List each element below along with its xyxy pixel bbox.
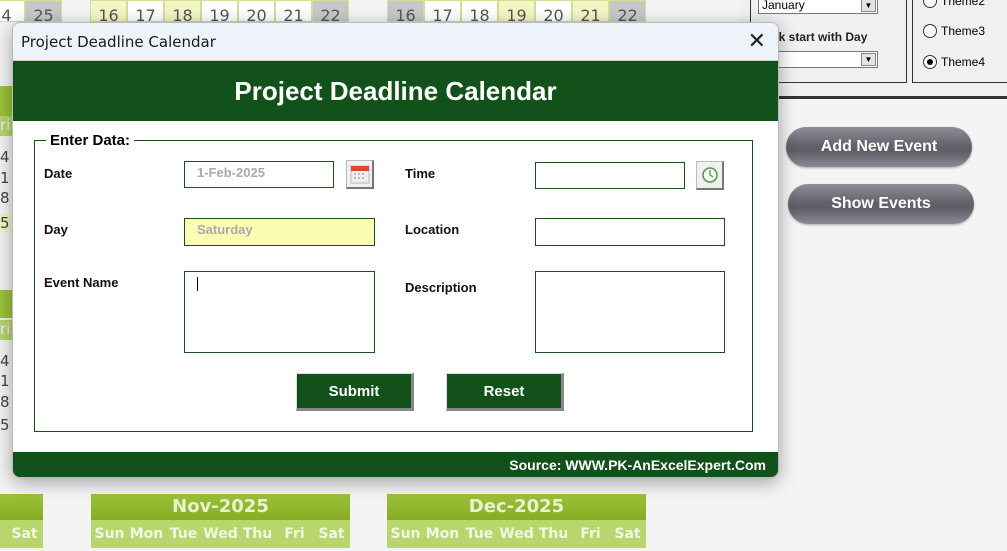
calendar-day: 17	[424, 0, 461, 25]
theme-panel	[912, 0, 1007, 83]
weekday-label: Mon	[425, 526, 460, 542]
weekday-label: Tue	[169, 526, 198, 542]
calendar-month-dec: Dec-2025 Sun Mon Tue Wed Thu Fri Sat	[387, 494, 646, 548]
weekday-label: Thu	[538, 526, 569, 542]
calendar-day: 22	[312, 0, 349, 25]
calendar-day: 1	[0, 169, 10, 187]
calendar-month-fragment: ri Sat	[0, 494, 43, 548]
event-entry-dialog: Project Deadline Calendar ✕ Project Dead…	[12, 22, 779, 478]
add-new-event-button[interactable]: Add New Event	[786, 127, 972, 167]
weekday-label: Mon	[129, 526, 164, 542]
time-input[interactable]	[535, 162, 685, 189]
calendar-month-nov: Nov-2025 Sun Mon Tue Wed Thu Fri Sat	[91, 494, 350, 548]
calendar-day: 4	[0, 352, 10, 370]
weekday-label: Fri	[284, 526, 305, 542]
weekday-label: Tue	[465, 526, 494, 542]
text-cursor	[197, 277, 198, 291]
weekday-label: Sun	[390, 526, 421, 542]
date-input[interactable]: 1-Feb-2025	[184, 161, 334, 188]
day-label: Day	[44, 222, 68, 237]
calendar-day: 8	[0, 393, 10, 411]
calendar-day: 18	[164, 0, 201, 25]
month-dropdown[interactable]: January ▼	[758, 0, 878, 14]
weekday-label: Fri	[580, 526, 601, 542]
weekday-label: Sun	[94, 526, 125, 542]
theme3-radio[interactable]: Theme3	[923, 24, 985, 38]
calendar-day: 4	[0, 0, 25, 25]
calendar-header-fragment	[0, 86, 12, 118]
dialog-header-title: Project Deadline Calendar	[13, 61, 778, 121]
close-icon[interactable]: ✕	[748, 29, 766, 54]
calendar-day: 16	[387, 0, 424, 25]
submit-button[interactable]: Submit	[296, 373, 414, 411]
theme4-radio[interactable]: Theme4	[923, 55, 985, 69]
calendar-day: 20	[535, 0, 572, 25]
description-textarea[interactable]	[535, 271, 725, 353]
day-input[interactable]: Saturday	[184, 218, 375, 246]
window-title: Project Deadline Calendar	[21, 33, 216, 51]
show-events-button[interactable]: Show Events	[788, 184, 974, 224]
calendar-row-fragment: 4 25	[0, 0, 62, 25]
weekday-label: Wed	[203, 526, 238, 542]
calendar-day: 5	[0, 416, 10, 434]
calendar-day: 8	[0, 189, 10, 207]
calendar-header-fragment	[0, 290, 12, 318]
source-footer: Source: WWW.PK-AnExcelExpert.Com	[13, 452, 778, 477]
weekday-label: Sat	[614, 526, 641, 542]
reset-button[interactable]: Reset	[446, 373, 564, 411]
weekday-fragment: ri	[0, 320, 12, 340]
month-title: Nov-2025	[91, 494, 350, 520]
event-name-textarea[interactable]	[184, 271, 375, 353]
calendar-day: 17	[127, 0, 164, 25]
time-label: Time	[405, 166, 436, 181]
theme2-radio[interactable]: Theme2	[923, 0, 985, 8]
chevron-down-icon: ▼	[861, 0, 876, 12]
weekday-label: Sat	[318, 526, 345, 542]
calendar-day: 19	[498, 0, 535, 25]
time-picker-button[interactable]	[696, 161, 724, 190]
calendar-icon	[350, 165, 369, 184]
calendar-day: 5	[0, 214, 12, 232]
calendar-day: 21	[572, 0, 609, 25]
event-name-label: Event Name	[44, 275, 119, 290]
calendar-day: 25	[25, 0, 62, 25]
week-start-label: ek start with Day	[772, 30, 868, 44]
group-label: Enter Data:	[46, 132, 135, 149]
calendar-day: 20	[238, 0, 275, 25]
weekday-label: Sat	[11, 526, 38, 542]
chevron-down-icon: ▼	[861, 53, 876, 66]
date-picker-button[interactable]	[346, 160, 374, 189]
location-label: Location	[405, 222, 460, 237]
calendar-day: 16	[90, 0, 127, 25]
clock-icon	[701, 167, 718, 183]
description-label: Description	[405, 280, 477, 295]
calendar-day: 22	[609, 0, 646, 25]
title-bar: Project Deadline Calendar ✕	[13, 23, 778, 61]
calendar-row-fragment: 16 17 18 19 20 21 22	[387, 0, 646, 25]
month-title: Dec-2025	[387, 494, 646, 520]
weekday-label: Thu	[242, 526, 273, 542]
weekday-label: Wed	[499, 526, 534, 542]
weekday-fragment: ri	[0, 116, 12, 136]
location-input[interactable]	[535, 218, 725, 246]
calendar-day: 19	[201, 0, 238, 25]
calendar-day: 4	[0, 148, 10, 166]
calendar-day: 21	[275, 0, 312, 25]
calendar-row-fragment: 16 17 18 19 20 21 22	[90, 0, 349, 25]
calendar-day: 1	[0, 372, 10, 390]
calendar-day: 18	[461, 0, 498, 25]
date-label: Date	[44, 166, 73, 181]
